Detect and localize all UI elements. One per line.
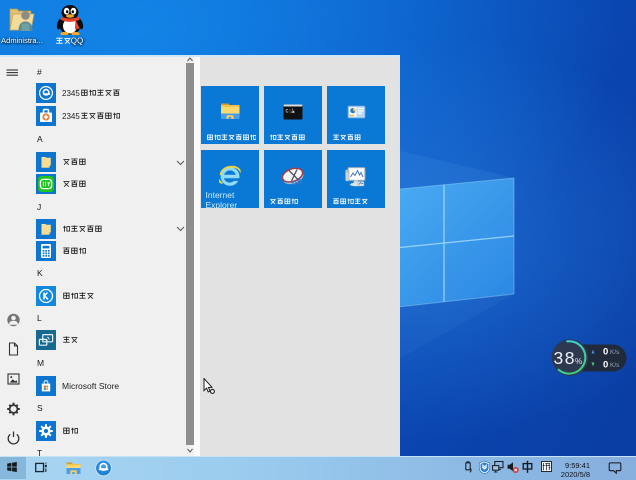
svg-text:0: 0 [603, 360, 608, 371]
svg-text:38: 38 [554, 348, 575, 368]
svg-text:0: 0 [603, 347, 608, 358]
svg-text:K/s: K/s [610, 362, 620, 369]
svg-text:%: % [575, 357, 582, 366]
svg-text:K/s: K/s [610, 349, 620, 356]
